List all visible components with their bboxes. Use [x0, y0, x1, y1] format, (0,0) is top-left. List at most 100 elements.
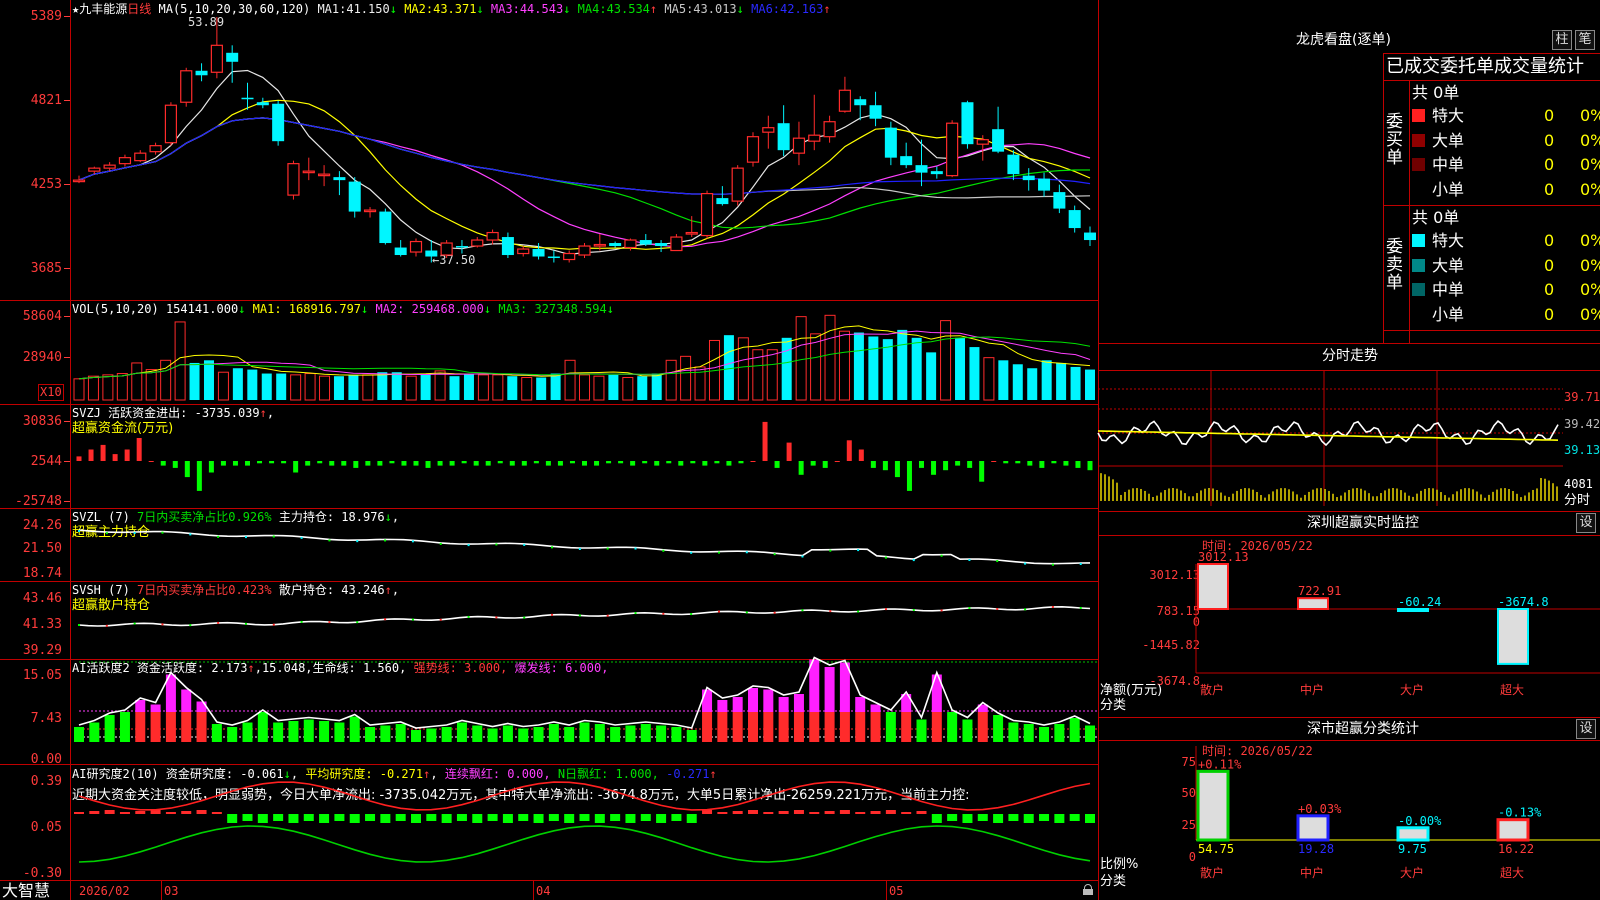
candle-body [946, 122, 959, 177]
svsh-dot [217, 621, 220, 624]
intraday-vol-bar [1488, 494, 1490, 501]
intraday-vol-bar [1256, 491, 1258, 501]
intraday-vol-bar [1520, 497, 1522, 501]
volume-bar [882, 339, 893, 400]
svzl-dot [717, 551, 720, 554]
svzj-bar [317, 461, 323, 464]
intraday-vol-bar [1300, 497, 1302, 501]
candle-body [425, 250, 438, 257]
intraday-vol-bar [1172, 488, 1174, 501]
intraday-vol-bar [1328, 490, 1330, 501]
svzj-bar [569, 461, 575, 464]
order-color-swatch [1412, 234, 1425, 247]
candle-body [593, 243, 606, 247]
ai1-bar [487, 728, 498, 742]
stats-category-label: 超大 [1500, 865, 1524, 880]
svzj-bar [1039, 461, 1045, 468]
candle-body [379, 211, 392, 244]
svzl-dot [356, 540, 359, 543]
svzj-bar [991, 461, 997, 462]
candle-body [164, 104, 178, 144]
ai2-bar [931, 814, 942, 823]
intraday-vol-bar [1508, 489, 1510, 501]
column-view-button[interactable]: 柱 [1552, 30, 1572, 50]
intraday-vol-bar [1208, 488, 1210, 501]
svzj-bar [148, 461, 154, 462]
svzl-dot [439, 542, 442, 545]
order-qty: 0 [1544, 304, 1555, 324]
xaxis-label-4: 05 [889, 884, 904, 898]
order-row-buy-3: 小单 0 0% [1410, 178, 1600, 202]
ai1-bar [548, 724, 559, 742]
candle-body [180, 70, 193, 103]
xaxis-label-2: 03 [164, 884, 179, 898]
volume-bar [955, 337, 966, 400]
candle-body [762, 127, 775, 133]
order-pct: 0% [1580, 179, 1600, 199]
volume-chart [73, 314, 1095, 401]
order-type-label: 小单 [1432, 304, 1465, 324]
order-pct: 0% [1580, 155, 1600, 174]
volume-bar [391, 372, 402, 400]
volume-bar [680, 355, 692, 401]
pen-view-button[interactable]: 笔 [1575, 30, 1595, 50]
candle-body [317, 173, 331, 177]
volume-bar [998, 360, 1009, 400]
svsh-dot [467, 615, 470, 618]
stats-category-label: 大户 [1400, 865, 1424, 880]
intraday-vol-bar [1228, 496, 1230, 501]
intraday-vol-bar [1392, 488, 1394, 501]
candle-body [1068, 210, 1081, 229]
stats-change-label: -0.13% [1498, 806, 1542, 820]
svsh-dot [1079, 606, 1082, 609]
svzj-bar [678, 461, 684, 466]
sz-stats-settings-button[interactable]: 设 [1576, 719, 1596, 739]
sz-category-label: 超大 [1500, 682, 1524, 697]
svzl-dot [1079, 563, 1082, 566]
candle-body [976, 139, 989, 145]
order-color-swatch [1412, 258, 1425, 272]
intraday-vol-bar [1388, 488, 1390, 501]
intraday-vol-bar [1312, 489, 1314, 501]
svzj-bar [738, 461, 744, 464]
ai1-bar-top [793, 694, 804, 712]
ai2-bar [211, 812, 222, 814]
stats-change-label: +0.11% [1198, 757, 1242, 771]
candle-body [716, 198, 729, 205]
ai1-bar [579, 722, 590, 742]
svzj-bar [1063, 461, 1069, 466]
candle-body [1007, 154, 1020, 175]
svzj-bar [762, 421, 768, 461]
ai2-bar [916, 811, 927, 814]
intraday-vol-bar [1304, 494, 1306, 501]
intraday-title: 分时走势 [1322, 348, 1378, 364]
svzl-dot [801, 555, 804, 558]
ai1-bar [533, 727, 544, 742]
ai1-bar [242, 722, 253, 742]
candle-body [670, 236, 683, 252]
candle-body [195, 70, 208, 76]
ai1-bar [273, 722, 284, 742]
intraday-vol-bar [1352, 488, 1354, 501]
ai2-bar [487, 814, 498, 821]
intraday-vol-bar [1100, 473, 1102, 501]
candle-body [900, 156, 913, 166]
ai2-bar [656, 814, 667, 823]
volume-bar [434, 370, 446, 401]
intraday-ylabel-3: 39.13 [1564, 443, 1600, 457]
svzl-dot [745, 551, 748, 554]
svzj-bar [521, 461, 527, 466]
intraday-chart[interactable] [1097, 371, 1600, 511]
ai2-bar [119, 812, 130, 814]
svzl-dot [105, 532, 108, 535]
intraday-vol-bar [1384, 490, 1386, 501]
intraday-vol-bar [1168, 488, 1170, 501]
intraday-vol-bar [1148, 493, 1150, 501]
candlestick-chart[interactable] [0, 0, 1098, 300]
intraday-vol-bar [1472, 489, 1474, 501]
intraday-vol-bar [1176, 488, 1178, 501]
ai1-bar [855, 712, 866, 742]
order-pct: 0% [1580, 255, 1600, 275]
svzl-dot [189, 533, 192, 536]
sz-monitor-settings-button[interactable]: 设 [1576, 513, 1596, 533]
